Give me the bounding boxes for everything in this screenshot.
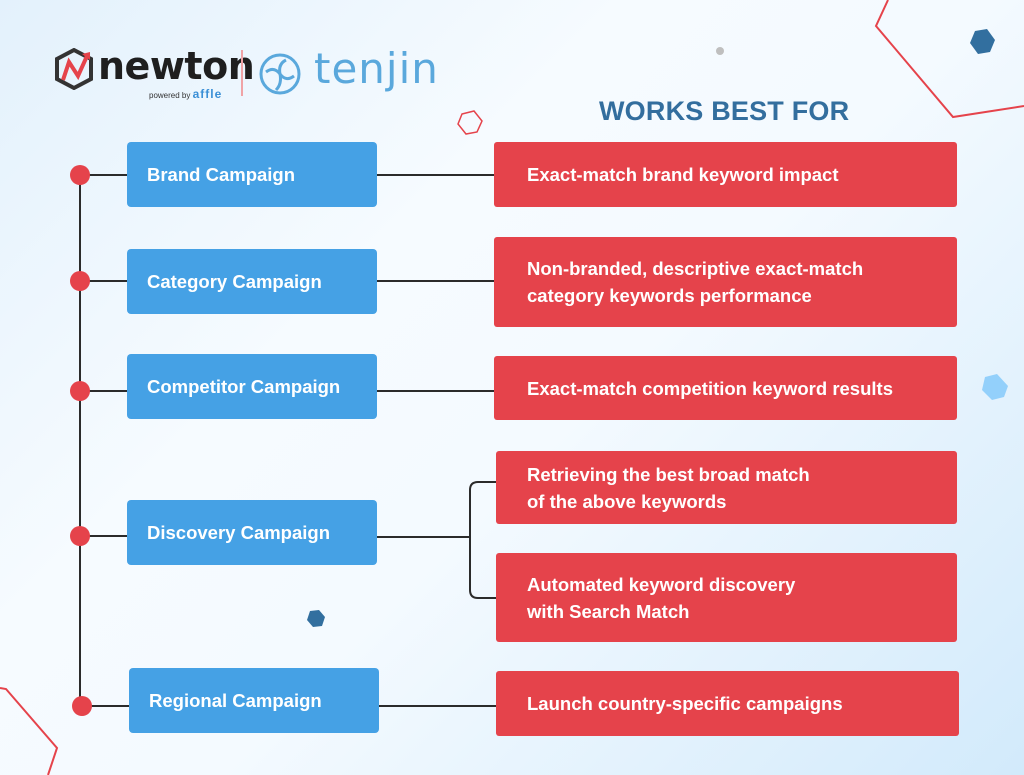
decor-hexagon-outline-top-right [874, 0, 1024, 119]
works-best-for-heading: WORKS BEST FOR [599, 96, 850, 126]
affle-wordmark: affle [192, 87, 223, 101]
use-case-box-regional: Launch country-specific campaigns [496, 671, 959, 736]
decor-hexagon-dark-blue-top [970, 29, 995, 54]
decor-hexagon-outline-bottom-left [0, 687, 59, 775]
decor-hexagon-dark-blue-mid [307, 610, 325, 627]
powered-by-text: powered by [149, 91, 191, 100]
node-dot-category [70, 271, 90, 291]
node-dot-discovery [70, 526, 90, 546]
campaign-box-regional: Regional Campaign [129, 668, 379, 733]
use-case-box-brand: Exact-match brand keyword impact [494, 142, 957, 207]
decor-dot-grey [716, 47, 724, 55]
use-case-box-category: Non-branded, descriptive exact-match cat… [494, 237, 957, 327]
logo-separator [241, 50, 243, 96]
node-dot-competitor [70, 381, 90, 401]
campaign-box-category: Category Campaign [127, 249, 377, 314]
node-dot-brand [70, 165, 90, 185]
campaign-box-brand: Brand Campaign [127, 142, 377, 207]
node-dot-regional [72, 696, 92, 716]
use-case-box-discovery-search-match: Automated keyword discovery with Search … [496, 553, 957, 642]
decor-hexagon-light-blue [982, 374, 1008, 400]
tenjin-wordmark: tenjin [314, 44, 439, 93]
newton-tagline: powered by affle [149, 87, 222, 101]
connector-discovery-bracket [469, 481, 496, 599]
use-case-box-competitor: Exact-match competition keyword results [494, 356, 957, 420]
decor-hexagon-small-red [457, 110, 483, 135]
campaign-box-discovery: Discovery Campaign [127, 500, 377, 565]
use-case-box-discovery-broad-match: Retrieving the best broad match of the a… [496, 451, 957, 524]
tenjin-logo-icon [259, 53, 301, 95]
newton-wordmark: newton [98, 44, 255, 88]
campaign-box-competitor: Competitor Campaign [127, 354, 377, 419]
newton-logo-icon [55, 48, 93, 90]
